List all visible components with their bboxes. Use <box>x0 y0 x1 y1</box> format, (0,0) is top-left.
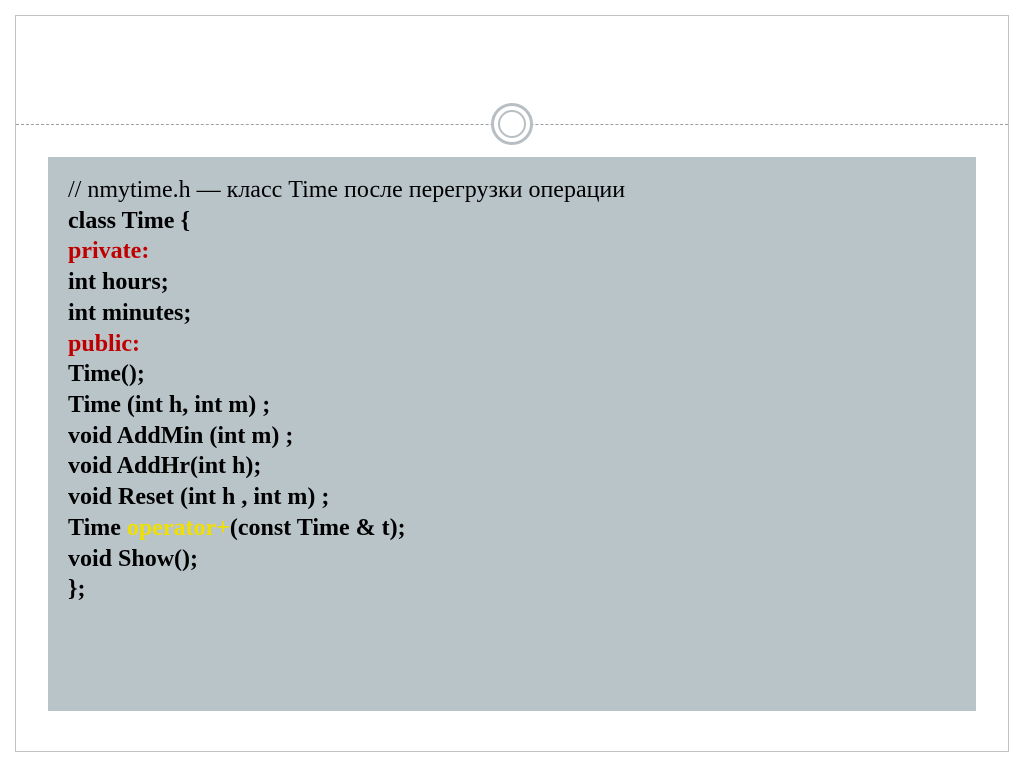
code-line-end: }; <box>68 574 956 605</box>
slide-container: // nmytime.h — класс Time после перегруз… <box>15 15 1009 752</box>
code-line-minutes: int minutes; <box>68 298 956 329</box>
code-line-ctor2: Time (int h, int m) ; <box>68 390 956 421</box>
code-line-addhr: void AddHr(int h); <box>68 451 956 482</box>
code-line-show: void Show(); <box>68 544 956 575</box>
code-line-private: private: <box>68 236 956 267</box>
code-line-reset: void Reset (int h , int m) ; <box>68 482 956 513</box>
code-text-params: (const Time & t); <box>230 515 406 541</box>
code-text-operator: operator+ <box>127 515 230 541</box>
code-line-addmin: void AddMin (int m) ; <box>68 421 956 452</box>
code-content-box: // nmytime.h — класс Time после перегруз… <box>48 157 976 711</box>
code-line-ctor: Time(); <box>68 359 956 390</box>
decorative-circle-inner <box>498 110 526 138</box>
code-line-public: public: <box>68 329 956 360</box>
code-text-time: Time <box>68 515 127 541</box>
code-line-class: class Time { <box>68 206 956 237</box>
code-line-comment: // nmytime.h — класс Time после перегруз… <box>68 175 956 206</box>
code-line-operator: Time operator+(const Time & t); <box>68 513 956 544</box>
code-line-hours: int hours; <box>68 267 956 298</box>
decorative-circle-outer <box>491 103 533 145</box>
